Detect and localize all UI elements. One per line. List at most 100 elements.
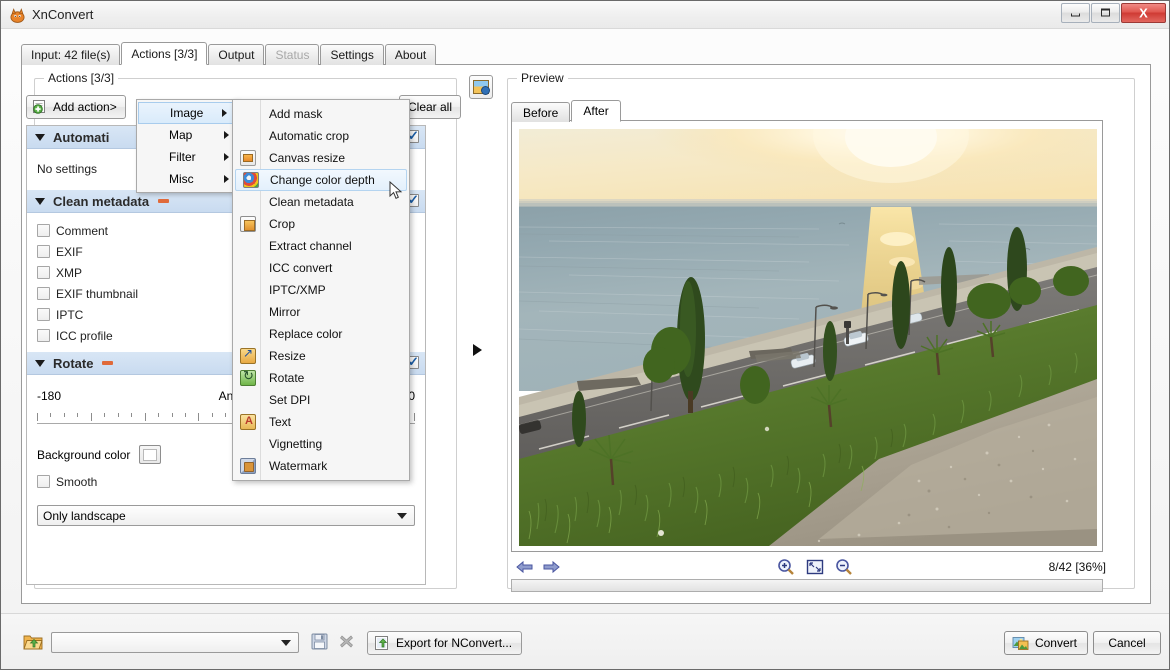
next-image-button[interactable]: [541, 557, 561, 577]
tab-about-label: About: [395, 48, 426, 62]
cancel-label: Cancel: [1108, 636, 1145, 650]
icc-profile-checkbox[interactable]: [37, 329, 50, 342]
chevron-down-icon: [397, 513, 407, 519]
convert-icon: [1012, 635, 1029, 651]
submenu-item-watermark[interactable]: Watermark: [233, 455, 409, 477]
background-color-label: Background color: [37, 448, 130, 462]
submenu-item-add-mask[interactable]: Add mask: [233, 103, 409, 125]
preview-canvas[interactable]: [511, 120, 1103, 552]
zoom-out-button[interactable]: [834, 557, 854, 577]
chevron-down-icon: [281, 640, 291, 646]
submenu-item-vignetting[interactable]: Vignetting: [233, 433, 409, 455]
submenu-item-resize[interactable]: Resize: [233, 345, 409, 367]
collapse-caret-icon[interactable]: [35, 360, 45, 367]
remove-action-icon[interactable]: [102, 361, 113, 365]
comment-label: Comment: [56, 224, 108, 238]
xnconvert-app-icon: [9, 6, 26, 23]
zoom-in-button[interactable]: [776, 557, 796, 577]
window-title: XnConvert: [32, 7, 93, 22]
fit-to-window-button[interactable]: [805, 557, 825, 577]
save-icon[interactable]: [311, 633, 328, 650]
exif-checkbox[interactable]: [37, 245, 50, 258]
export-for-nconvert-button[interactable]: Export for NConvert...: [367, 631, 522, 655]
delete-icon[interactable]: [339, 634, 354, 649]
preset-dropdown[interactable]: [51, 632, 299, 653]
tab-settings[interactable]: Settings: [320, 44, 383, 65]
submenu-item-clean-metadata[interactable]: Clean metadata: [233, 191, 409, 213]
menu-item-misc[interactable]: Misc: [137, 168, 237, 190]
submenu-item-change-color-depth[interactable]: Change color depth: [235, 169, 407, 191]
submenu-item-resize-label: Resize: [269, 349, 306, 363]
submenu-item-icc-convert-label: ICC convert: [269, 261, 332, 275]
previous-image-button[interactable]: [515, 557, 535, 577]
submenu-item-icc-convert[interactable]: ICC convert: [233, 257, 409, 279]
add-action-icon: [32, 99, 48, 115]
submenu-item-iptc-xmp[interactable]: IPTC/XMP: [233, 279, 409, 301]
xmp-checkbox[interactable]: [37, 266, 50, 279]
submenu-item-extract-channel-label: Extract channel: [269, 239, 352, 253]
tab-output-label: Output: [218, 48, 254, 62]
iptc-label: IPTC: [56, 308, 83, 322]
smooth-checkbox[interactable]: [37, 475, 50, 488]
export-icon: [374, 635, 390, 651]
resize-icon: [240, 348, 256, 364]
collapse-caret-icon[interactable]: [35, 198, 45, 205]
submenu-item-automatic-crop[interactable]: Automatic crop: [233, 125, 409, 147]
submenu-item-vignetting-label: Vignetting: [269, 437, 322, 451]
iptc-checkbox[interactable]: [37, 308, 50, 321]
preview-tab-before[interactable]: Before: [511, 102, 570, 122]
submenu-item-change-color-depth-label: Change color depth: [270, 173, 375, 187]
xmp-label: XMP: [56, 266, 82, 280]
menu-item-filter[interactable]: Filter: [137, 146, 237, 168]
actions-group-title: Actions [3/3]: [44, 71, 118, 85]
orientation-dropdown[interactable]: Only landscape: [37, 505, 415, 526]
submenu-item-text[interactable]: Text: [233, 411, 409, 433]
maximize-button[interactable]: [1091, 3, 1120, 23]
canvas-resize-icon: [240, 150, 256, 166]
preview-toggle-button[interactable]: [469, 75, 493, 99]
tab-actions[interactable]: Actions [3/3]: [121, 42, 207, 65]
submenu-item-canvas-resize[interactable]: Canvas resize: [233, 147, 409, 169]
background-color-swatch[interactable]: [139, 445, 161, 464]
submenu-item-automatic-crop-label: Automatic crop: [269, 129, 349, 143]
preview-tab-after[interactable]: After: [571, 100, 620, 122]
crop-icon: [240, 216, 256, 232]
comment-checkbox[interactable]: [37, 224, 50, 237]
menu-item-map-label: Map: [169, 128, 192, 142]
cancel-button[interactable]: Cancel: [1093, 631, 1161, 655]
bottom-toolbar: Export for NConvert... Convert Cancel: [1, 613, 1169, 669]
tab-input[interactable]: Input: 42 file(s): [21, 44, 120, 65]
collapse-caret-icon[interactable]: [35, 134, 45, 141]
chevron-right-icon: [224, 153, 229, 161]
tab-input-label: Input: 42 file(s): [31, 48, 110, 62]
preview-horizontal-scrollbar[interactable]: [511, 579, 1103, 592]
menu-item-image[interactable]: Image: [138, 102, 236, 124]
tab-status: Status: [265, 44, 319, 65]
open-script-icon[interactable]: [23, 633, 43, 650]
tab-output[interactable]: Output: [208, 44, 264, 65]
text-icon: [240, 414, 256, 430]
tab-actions-label: Actions [3/3]: [131, 47, 197, 61]
submenu-item-crop[interactable]: Crop: [233, 213, 409, 235]
submenu-item-extract-channel[interactable]: Extract channel: [233, 235, 409, 257]
exif-thumbnail-checkbox[interactable]: [37, 287, 50, 300]
submenu-item-mirror[interactable]: Mirror: [233, 301, 409, 323]
submenu-item-clean-metadata-label: Clean metadata: [269, 195, 354, 209]
menu-item-map[interactable]: Map: [137, 124, 237, 146]
submenu-item-replace-color[interactable]: Replace color: [233, 323, 409, 345]
minimize-icon: [1062, 8, 1089, 19]
title-bar: XnConvert X: [1, 1, 1169, 29]
preview-group-title: Preview: [517, 71, 568, 85]
chevron-right-icon: [222, 109, 227, 117]
convert-button[interactable]: Convert: [1004, 631, 1088, 655]
xnconvert-window: XnConvert X Input: 42 file(s) Actions [3…: [0, 0, 1170, 670]
tab-about[interactable]: About: [385, 44, 436, 65]
submenu-item-rotate[interactable]: Rotate: [233, 367, 409, 389]
close-button[interactable]: X: [1121, 3, 1166, 23]
panel-collapse-handle[interactable]: [470, 339, 484, 361]
add-action-button[interactable]: Add action>: [26, 95, 126, 119]
submenu-item-set-dpi[interactable]: Set DPI: [233, 389, 409, 411]
minimize-button[interactable]: [1061, 3, 1090, 23]
remove-action-icon[interactable]: [158, 199, 169, 203]
submenu-item-replace-color-label: Replace color: [269, 327, 342, 341]
